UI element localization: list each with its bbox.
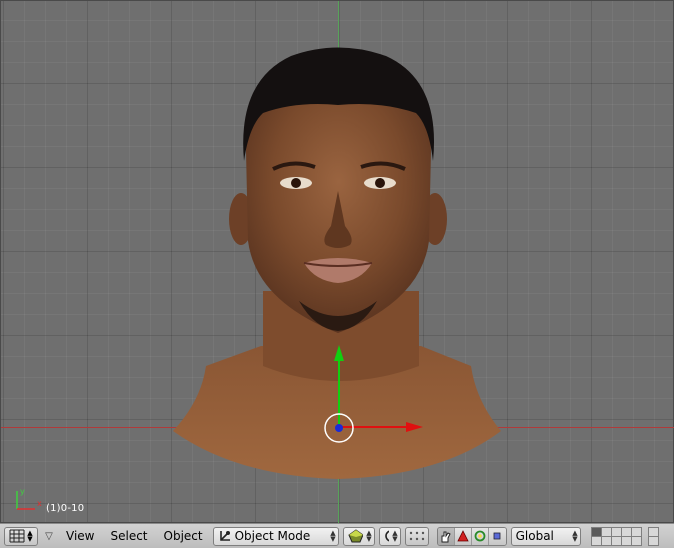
pivot-icon: [384, 530, 390, 542]
viewport-header: ▲ ▼ ▽ View Select Object Object Mode ▲ ▼ ▲…: [0, 523, 674, 548]
axis-indicator-icon: x y: [16, 487, 42, 510]
hand-icon[interactable]: [437, 527, 455, 545]
orientation-label: Global: [515, 529, 554, 543]
editor-type-button[interactable]: ▲ ▼: [4, 526, 38, 546]
manipulator-group: [436, 526, 507, 546]
layer-buttons[interactable]: [590, 526, 642, 546]
orientation-select[interactable]: Global ▲ ▼: [510, 526, 581, 546]
svg-text:x: x: [37, 499, 42, 508]
mode-arrows-icon: ▲ ▼: [330, 529, 336, 543]
mode-select[interactable]: Object Mode ▲ ▼: [212, 526, 339, 546]
menu-select[interactable]: Select: [104, 527, 153, 546]
object-origin: [335, 424, 343, 432]
pivot-select[interactable]: ▲ ▼: [378, 526, 401, 546]
shading-select[interactable]: ▲ ▼: [342, 526, 375, 546]
rotate-icon[interactable]: [471, 527, 489, 545]
layer-buttons-2[interactable]: [647, 526, 659, 546]
menu-view[interactable]: View: [60, 527, 100, 546]
svg-text:y: y: [20, 487, 25, 496]
grid-icon: [9, 529, 25, 543]
snap-grid-icon: [409, 531, 424, 541]
layer-1[interactable]: [591, 527, 601, 536]
frame-label: (1)0-10: [46, 503, 85, 514]
menu-object[interactable]: Object: [158, 527, 209, 546]
mode-label: Object Mode: [234, 529, 311, 543]
snap-toggle[interactable]: [404, 526, 429, 546]
object-mode-icon: [219, 531, 230, 541]
shaded-sphere-icon: [347, 529, 364, 543]
3d-viewport[interactable]: x y (1)0-10: [0, 0, 674, 524]
head-model[interactable]: [1, 1, 674, 524]
scale-icon[interactable]: [488, 527, 506, 545]
collapse-menu-icon[interactable]: ▽: [42, 531, 56, 542]
translate-icon[interactable]: [454, 527, 472, 545]
